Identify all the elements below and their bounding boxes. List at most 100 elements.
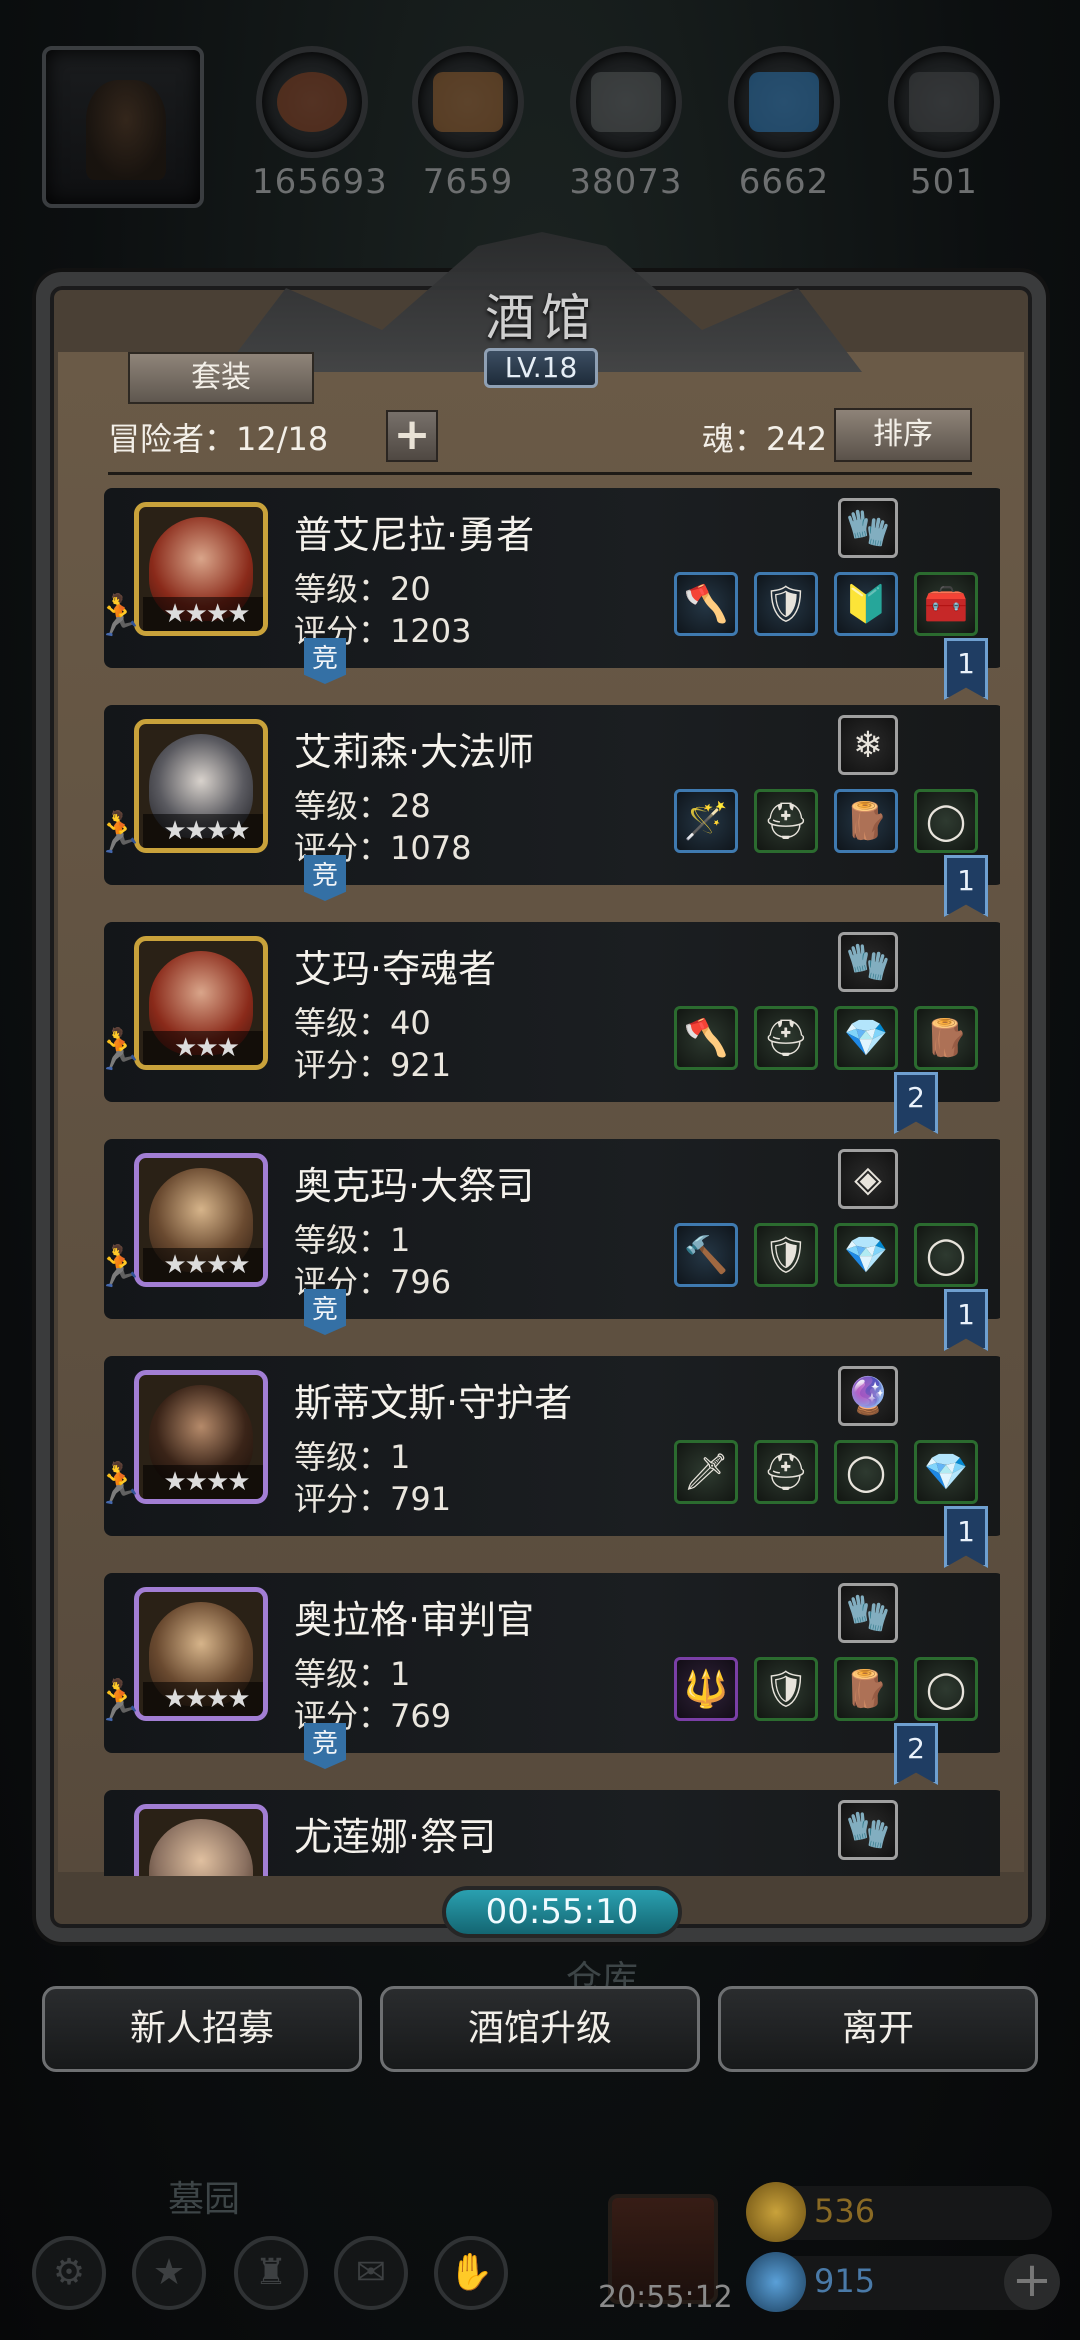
handshake-icon[interactable]: ✋ [434,2236,508,2310]
running-figure-icon[interactable]: 🏃 [94,1677,144,1737]
hero-card[interactable]: ★★★★ 🏃 奥克玛·大祭司 等级：1 评分：796 ◈ 🔨 🛡 💎 ◯ 竞 1 [94,1139,1000,1351]
glove-icon[interactable]: 🧤 [838,1800,898,1860]
arena-badge: 竞 [304,1289,346,1335]
gem-cluster-icon[interactable]: 💎 [834,1223,898,1287]
panel-title: 酒馆 [485,289,597,347]
hero-card[interactable]: ★★★★ 🏃 奥拉格·审判官 等级：1 评分：769 🧤 🔱 🛡 🪵 ◯ 竞 2 [94,1573,1000,1785]
running-figure-icon[interactable]: 🏃 [94,1026,144,1086]
avatar[interactable]: ★★★★ [134,502,268,636]
gold-counter: 536 [746,2182,1052,2242]
resource-iron[interactable]: 38073 [566,46,686,206]
helmet-icon[interactable]: ⛑ [754,1440,818,1504]
player-portrait[interactable] [42,46,204,208]
hero-level: 等级：1 [294,1438,411,1476]
rank-ribbon: 2 [894,1072,938,1134]
hero-score: 评分：791 [294,1480,452,1518]
set-tab-button[interactable]: 套装 [128,352,314,404]
plank-icon[interactable]: 🪵 [914,1006,978,1070]
avatar[interactable]: ★★★★ [134,1370,268,1504]
hero-card[interactable]: ★★★★ 🏃 斯蒂文斯·守护者 等级：1 评分：791 🔮 🗡 ⛑ ◯ 💎 1 [94,1356,1000,1568]
helmet-icon[interactable]: ⛑ [754,1006,818,1070]
achievement-icon[interactable]: ★ [132,2236,206,2310]
axe-icon[interactable]: 🪓 [674,1006,738,1070]
staff-icon[interactable]: 🪄 [674,789,738,853]
hero-level: 等级：40 [294,1004,431,1042]
gem-value: 915 [814,2262,876,2300]
resource-value: 165693 [252,162,388,202]
avatar[interactable]: ★★★★ [134,1587,268,1721]
ring-icon[interactable]: ◯ [834,1440,898,1504]
star-rating: ★★★★ [143,597,263,631]
sort-button[interactable]: 排序 [834,408,972,462]
crystal-icon [749,72,819,132]
halberd-icon[interactable]: 🔱 [674,1657,738,1721]
hero-icon[interactable]: ♜ [234,2236,308,2310]
axe-icon[interactable]: 🪓 [674,572,738,636]
plank-icon[interactable]: 🪵 [834,789,898,853]
gem-cluster-icon[interactable]: 💎 [914,1440,978,1504]
gem-icon [746,2252,806,2312]
recruit-button[interactable]: 新人招募 [42,1986,362,2072]
armor-icon[interactable]: 🛡 [754,1223,818,1287]
avatar[interactable] [134,1804,268,1876]
running-figure-icon[interactable]: 🏃 [94,1243,144,1303]
helmet-icon[interactable]: ⛑ [754,789,818,853]
resource-wood[interactable]: 7659 [408,46,528,206]
gem-cluster-icon[interactable]: 💎 [834,1006,898,1070]
hero-card[interactable]: 尤莲娜·祭司 🧤 [104,1790,1000,1876]
amethyst-icon[interactable]: 🔮 [838,1366,898,1426]
avatar[interactable]: ★★★★ [134,1153,268,1287]
ring-icon[interactable]: ◯ [914,1223,978,1287]
resource-value: 501 [910,162,978,202]
shield-icon[interactable]: 🔰 [834,572,898,636]
hero-name: 奥拉格·审判官 [294,1598,535,1642]
glove-icon[interactable]: 🧤 [838,932,898,992]
glove-icon[interactable]: 🧤 [838,498,898,558]
hero-card[interactable]: ★★★ 🏃 艾玛·夺魂者 等级：40 评分：921 🧤 🪓 ⛑ 💎 🪵 2 [94,922,1000,1134]
hero-card[interactable]: ★★★★ 🏃 普艾尼拉·勇者 等级：20 评分：1203 🧤 🪓 🛡 🔰 🧰 竞… [94,488,1000,700]
chest-icon[interactable]: 🧰 [914,572,978,636]
star-rating: ★★★★ [143,814,263,848]
iron-icon [591,72,661,132]
resource-value: 6662 [738,162,830,202]
resource-ingot[interactable]: 501 [884,46,1004,206]
armor-icon[interactable]: 🛡 [754,572,818,636]
hammer-icon[interactable]: 🔨 [674,1223,738,1287]
hero-name: 普艾尼拉·勇者 [294,513,535,557]
soul-count: 魂：242 [702,420,828,458]
blade-disc-icon[interactable]: ◈ [838,1149,898,1209]
ring-icon[interactable]: ◯ [914,1657,978,1721]
wood-icon [433,72,503,132]
leave-button[interactable]: 离开 [718,1986,1038,2072]
ice-crystal-icon[interactable]: ❄ [838,715,898,775]
upgrade-tavern-button[interactable]: 酒馆升级 [380,1986,700,2072]
hooded-figure-icon [86,80,166,180]
hero-level: 等级：28 [294,787,431,825]
hero-level: 等级：1 [294,1221,411,1259]
dagger-icon[interactable]: 🗡 [674,1440,738,1504]
resource-crystal[interactable]: 6662 [724,46,844,206]
settings-icon[interactable]: ⚙ [32,2236,106,2310]
ring-icon[interactable]: ◯ [914,789,978,853]
hero-name: 尤莲娜·祭司 [294,1815,497,1859]
hero-name: 奥克玛·大祭司 [294,1164,535,1208]
add-currency-button[interactable]: + [1004,2254,1060,2310]
hero-card[interactable]: ★★★★ 🏃 艾莉森·大法师 等级：28 评分：1078 ❄ 🪄 ⛑ 🪵 ◯ 竞… [94,705,1000,917]
avatar[interactable]: ★★★ [134,936,268,1070]
gold-value: 536 [814,2192,876,2230]
rank-ribbon: 1 [944,1289,988,1351]
running-figure-icon[interactable]: 🏃 [94,592,144,652]
avatar[interactable]: ★★★★ [134,719,268,853]
armor-icon[interactable]: 🛡 [754,1657,818,1721]
rank-ribbon: 1 [944,855,988,917]
hero-list[interactable]: ★★★★ 🏃 普艾尼拉·勇者 等级：20 评分：1203 🧤 🪓 🛡 🔰 🧰 竞… [84,488,1000,1876]
running-figure-icon[interactable]: 🏃 [94,1460,144,1520]
running-figure-icon[interactable]: 🏃 [94,809,144,869]
mail-icon[interactable]: ✉ [334,2236,408,2310]
rank-ribbon: 1 [944,638,988,700]
add-slot-button[interactable]: + [386,410,438,462]
resource-meat[interactable]: 165693 [252,46,388,206]
glove-icon[interactable]: 🧤 [838,1583,898,1643]
star-rating: ★★★★ [143,1682,263,1716]
plank-icon[interactable]: 🪵 [834,1657,898,1721]
